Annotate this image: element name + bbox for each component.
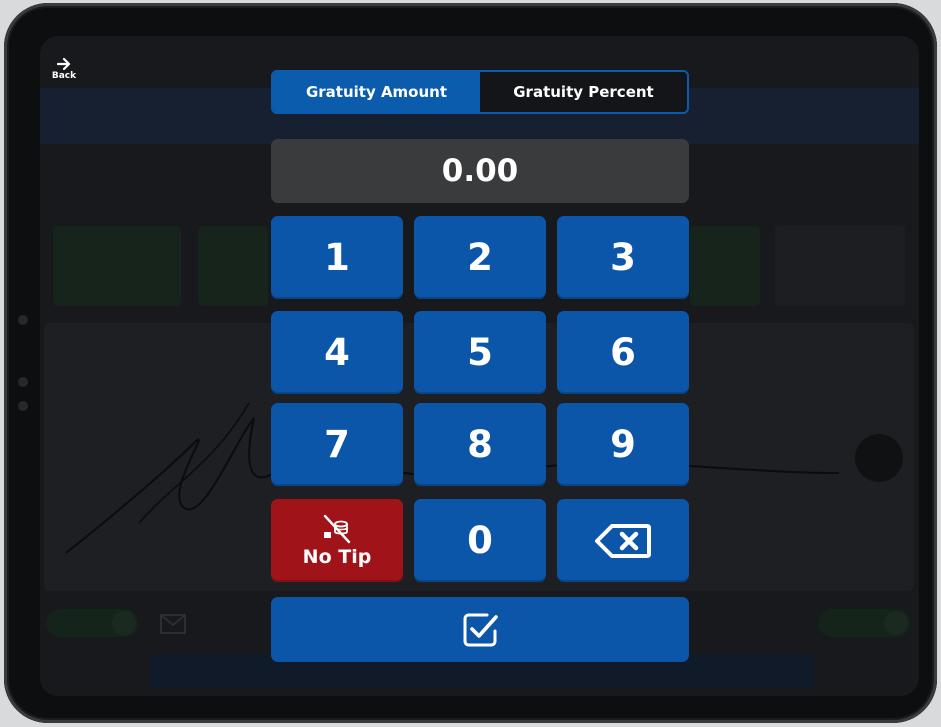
tip-option-tile <box>198 226 268 306</box>
custom-tip-tile <box>775 226 905 306</box>
no-tip-label: No Tip <box>302 545 372 568</box>
tip-option-tile <box>690 226 760 306</box>
key-9[interactable]: 9 <box>557 403 689 486</box>
key-3[interactable]: 3 <box>557 216 689 299</box>
no-tip-button[interactable]: No Tip <box>271 499 403 582</box>
confirm-button[interactable] <box>271 597 689 662</box>
gratuity-mode-toggle: Gratuity Amount Gratuity Percent <box>271 70 689 114</box>
tab-gratuity-amount[interactable]: Gratuity Amount <box>273 72 480 112</box>
key-0[interactable]: 0 <box>414 499 546 582</box>
key-4[interactable]: 4 <box>271 311 403 394</box>
back-label: Back <box>51 71 77 81</box>
amount-display: 0.00 <box>271 139 689 203</box>
arrow-right-icon <box>57 58 71 70</box>
receipt-toggle <box>46 609 138 637</box>
mail-icon <box>160 614 186 638</box>
backspace-icon <box>595 523 651 558</box>
key-5[interactable]: 5 <box>414 311 546 394</box>
email-toggle <box>818 609 910 637</box>
tablet-frame: Back Gratuity Amount Gratuity Percent 0.… <box>4 3 937 723</box>
camera-dot <box>18 377 28 387</box>
checkbox-check-icon <box>463 613 498 646</box>
key-7[interactable]: 7 <box>271 403 403 486</box>
key-6[interactable]: 6 <box>557 311 689 394</box>
back-button[interactable]: Back <box>48 58 80 81</box>
key-1[interactable]: 1 <box>271 216 403 299</box>
camera-dot <box>18 401 28 411</box>
key-8[interactable]: 8 <box>414 403 546 486</box>
tip-option-tile <box>53 226 181 306</box>
tab-gratuity-percent[interactable]: Gratuity Percent <box>480 72 687 112</box>
camera-dot <box>18 315 28 325</box>
clear-signature-button <box>855 434 903 482</box>
screen: Back Gratuity Amount Gratuity Percent 0.… <box>40 36 919 696</box>
backspace-button[interactable] <box>557 499 689 582</box>
no-tip-icon <box>323 514 351 543</box>
key-2[interactable]: 2 <box>414 216 546 299</box>
